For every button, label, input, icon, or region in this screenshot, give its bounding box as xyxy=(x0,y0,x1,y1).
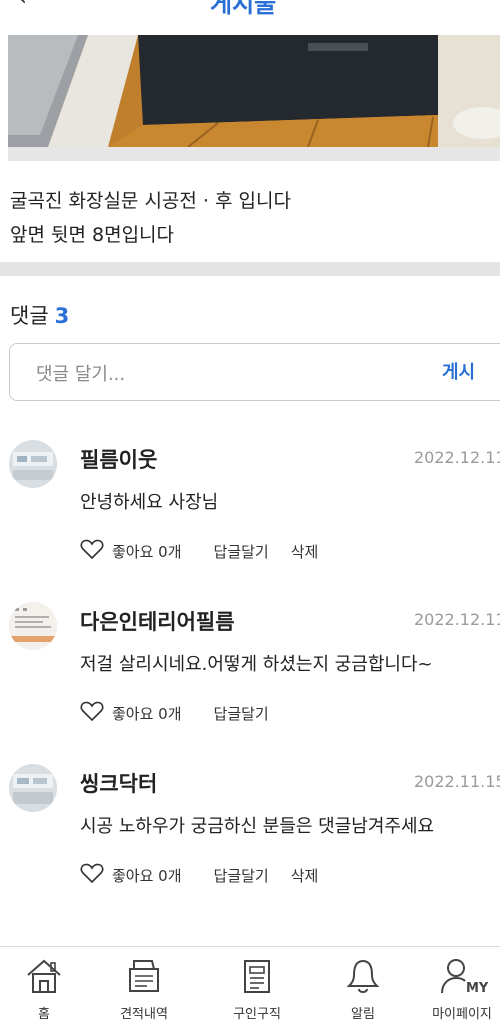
comments-label: 댓글 xyxy=(10,304,49,328)
description-line: 앞면 뒷면 8면입니다 xyxy=(10,224,175,246)
quote-list-icon xyxy=(129,960,159,992)
post-photo[interactable] xyxy=(8,35,500,147)
reply-button[interactable]: 답글달기 xyxy=(214,541,269,562)
comment-text: 저걸 살리시네요.어떻게 하셨는지 궁금합니다~ xyxy=(80,654,433,675)
heart-icon[interactable] xyxy=(80,538,112,564)
my-page-icon: MY xyxy=(441,959,488,995)
avatar[interactable] xyxy=(9,764,57,812)
comment-date: 2022.12.11 xyxy=(414,448,500,467)
comment-author[interactable]: 필름이웃 xyxy=(80,444,157,474)
heart-icon[interactable] xyxy=(80,862,112,888)
comment-item: 씽크닥터 2022.11.15 시공 노하우가 궁금하신 분들은 댓글남겨주세요… xyxy=(0,764,500,914)
comment-input[interactable] xyxy=(34,358,418,390)
post-detail-page: ‹ 게시물 굴곡진 화장실문 시공전 · 후 입니다 앞면 뒷면 8면입니다 댓… xyxy=(0,0,500,1028)
nav-label: 구인구직 xyxy=(233,1007,281,1022)
nav-jobs[interactable]: 구인구직 xyxy=(207,957,307,1028)
nav-home[interactable]: 홈 xyxy=(0,957,94,1028)
home-icon xyxy=(27,959,61,993)
bell-icon xyxy=(346,959,380,993)
comment-actions: 좋아요 0개 답글달기 삭제 xyxy=(80,538,318,564)
comments-count: 3 xyxy=(54,304,70,328)
avatar[interactable] xyxy=(9,602,57,650)
back-arrow-icon[interactable]: ‹ xyxy=(18,0,27,11)
nav-label: 견적내역 xyxy=(120,1007,168,1022)
like-count: 좋아요 0개 xyxy=(112,542,182,561)
comment-author[interactable]: 씽크닥터 xyxy=(80,768,157,798)
avatar[interactable] xyxy=(9,440,57,488)
comment-author[interactable]: 다은인테리어필름 xyxy=(80,606,235,636)
bottom-nav: 홈 견적내역 구인구직 알림 MY 마이페이지 xyxy=(0,946,500,1028)
comment-date: 2022.12.11 xyxy=(414,610,500,629)
comment-actions: 좋아요 0개 답글달기 xyxy=(80,700,291,726)
heart-icon[interactable] xyxy=(80,700,112,726)
description-line: 굴곡진 화장실문 시공전 · 후 입니다 xyxy=(10,190,291,212)
comment-item: 다은인테리어필름 2022.12.11 저걸 살리시네요.어떻게 하셨는지 궁금… xyxy=(0,602,500,752)
nav-mypage[interactable]: MY 마이페이지 xyxy=(412,957,500,1028)
like-count: 좋아요 0개 xyxy=(112,866,182,885)
delete-button[interactable]: 삭제 xyxy=(291,541,319,562)
comment-input-box: 게시 xyxy=(9,343,500,401)
comment-text: 안녕하세요 사장님 xyxy=(80,492,219,513)
nav-label: 알림 xyxy=(351,1007,375,1022)
comment-text: 시공 노하우가 궁금하신 분들은 댓글남겨주세요 xyxy=(80,816,435,837)
comment-item: 필름이웃 2022.12.11 안녕하세요 사장님 좋아요 0개 답글달기 삭제 xyxy=(0,440,500,590)
post-comment-button[interactable]: 게시 xyxy=(442,358,475,384)
job-document-icon xyxy=(244,960,270,993)
section-divider xyxy=(0,262,500,276)
post-description: 굴곡진 화장실문 시공전 · 후 입니다 앞면 뒷면 8면입니다 xyxy=(10,184,291,252)
nav-quotes[interactable]: 견적내역 xyxy=(94,957,194,1028)
nav-alerts[interactable]: 알림 xyxy=(313,957,413,1028)
page-title: 게시물 xyxy=(210,0,277,18)
delete-button[interactable]: 삭제 xyxy=(291,865,319,886)
my-icon-text: MY xyxy=(466,981,488,995)
like-count: 좋아요 0개 xyxy=(112,704,182,723)
nav-label: 홈 xyxy=(38,1007,50,1022)
comments-header: 댓글 3 xyxy=(10,300,69,330)
photo-divider xyxy=(8,147,500,161)
top-header: ‹ 게시물 xyxy=(0,0,500,18)
reply-button[interactable]: 답글달기 xyxy=(214,865,269,886)
comment-date: 2022.11.15 xyxy=(414,772,500,791)
comment-actions: 좋아요 0개 답글달기 삭제 xyxy=(80,862,318,888)
reply-button[interactable]: 답글달기 xyxy=(214,703,269,724)
nav-label: 마이페이지 xyxy=(432,1007,492,1022)
